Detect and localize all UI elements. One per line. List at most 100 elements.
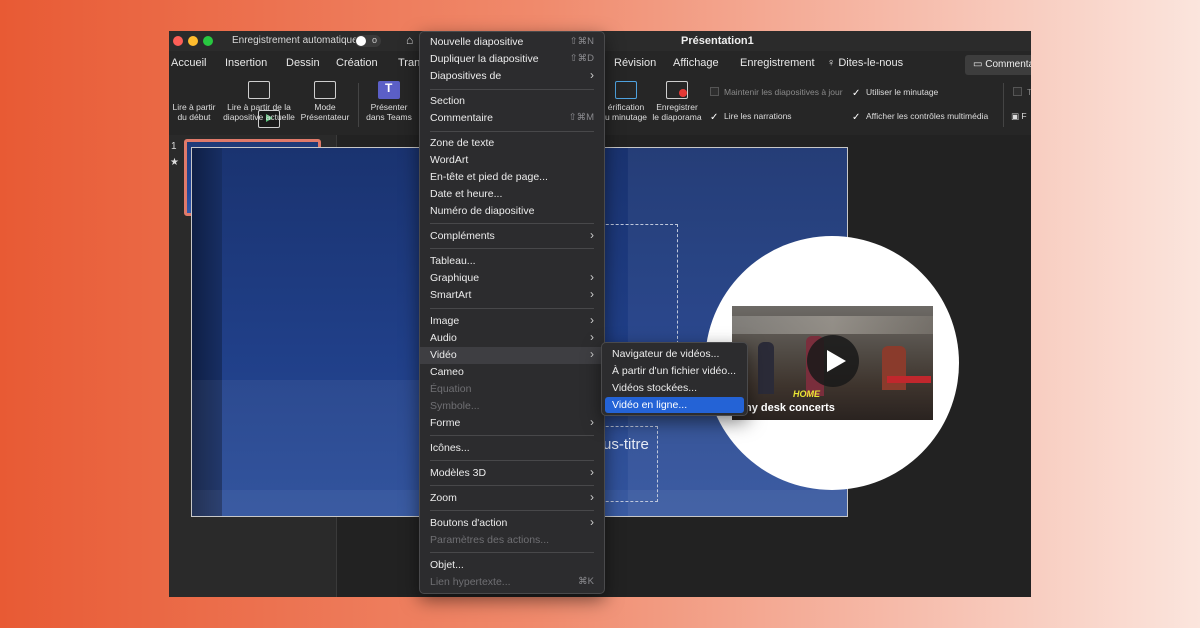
submenu-item-stock-videos[interactable]: Vidéos stockées... (605, 380, 744, 396)
tab-transitions[interactable]: Tran (398, 57, 420, 69)
rehearse-timings-button[interactable]: érification u minutage (603, 81, 649, 122)
close-window-button[interactable] (173, 36, 183, 46)
menu-item-wordart[interactable]: WordArt (420, 152, 604, 169)
teams-line2: dans Teams (366, 112, 412, 122)
menu-item-slide-number[interactable]: Numéro de diapositive (420, 203, 604, 220)
checkmark-icon (710, 112, 719, 121)
tab-accueil[interactable]: Accueil (171, 57, 206, 69)
chevron-right-icon: › (590, 68, 594, 82)
play-from-start-button[interactable]: Lire à partir du début (171, 81, 280, 128)
menu-item-comment[interactable]: Commentaire ⇧⌘M (420, 110, 604, 127)
menu-item-cameo[interactable]: Cameo (420, 364, 604, 381)
menu-item-date-time[interactable]: Date et heure... (420, 186, 604, 203)
menu-item-section[interactable]: Section (420, 93, 604, 110)
play-current-line2: diapositive actuelle (223, 112, 295, 122)
insert-menu: Nouvelle diapositive ⇧⌘N Dupliquer la dia… (419, 31, 605, 594)
menu-item-add-ins[interactable]: Compléments › (420, 228, 604, 245)
menu-item-label: Dupliquer la diapositive (430, 53, 539, 65)
menu-item-header-footer[interactable]: En-tête et pied de page... (420, 169, 604, 186)
menu-item-hyperlink: Lien hypertexte... ⌘K (420, 574, 604, 591)
minimize-window-button[interactable] (188, 36, 198, 46)
right-option-label: T (1027, 87, 1031, 97)
menu-item-duplicate-slide[interactable]: Dupliquer la diapositive ⇧⌘D (420, 51, 604, 68)
menu-separator (430, 308, 594, 309)
menu-item-label: Image (430, 315, 460, 327)
menu-item-slides-from[interactable]: Diapositives de › (420, 68, 604, 85)
comments-button[interactable]: ▭ Commenta (965, 55, 1031, 75)
menu-item-image[interactable]: Image › (420, 313, 604, 330)
play-narrations-checkbox[interactable]: Lire les narrations (710, 111, 792, 121)
subtitle-text: us-titre (603, 436, 649, 453)
tell-me-field[interactable]: ♀ Dites-le-nous (827, 57, 903, 69)
menu-item-label: Vidéo (430, 349, 457, 361)
use-timings-checkbox[interactable]: Utiliser le minutage (852, 87, 938, 97)
right-option-button[interactable]: ▣ F (1011, 111, 1027, 122)
menu-item-label: Icônes... (430, 442, 470, 454)
right-option2-label: F (1021, 111, 1027, 121)
play-from-current-button[interactable]: Lire à partir de la diapositive actuelle (219, 81, 299, 122)
play-icon[interactable] (807, 335, 859, 387)
present-in-teams-button[interactable]: Présenter dans Teams (364, 81, 414, 122)
submenu-item-online-video[interactable]: Vidéo en ligne... (605, 397, 744, 413)
menu-item-icons[interactable]: Icônes... (420, 440, 604, 457)
menu-item-label: Diapositives de (430, 70, 502, 82)
menu-shortcut: ⇧⌘M (568, 112, 594, 123)
tell-me-label: Dites-le-nous (838, 57, 904, 69)
timer-icon (615, 81, 637, 99)
media-controls-label: Afficher les contrôles multimédia (866, 111, 989, 121)
chevron-right-icon: › (590, 515, 594, 529)
menu-item-action-buttons[interactable]: Boutons d'action › (420, 515, 604, 532)
checkbox-box (1013, 87, 1022, 96)
menu-item-smartart[interactable]: SmartArt › (420, 287, 604, 304)
record-slideshow-button[interactable]: Enregistrer le diaporama (651, 81, 703, 122)
tab-creation[interactable]: Création (336, 57, 378, 69)
menu-item-audio[interactable]: Audio › (420, 330, 604, 347)
presenter-screen-icon (314, 81, 336, 99)
menu-item-label: Forme (430, 417, 461, 429)
chevron-right-icon: › (590, 347, 594, 361)
toggle-knob (356, 36, 366, 46)
submenu-item-video-browser[interactable]: Navigateur de vidéos... (605, 346, 744, 362)
checkmark-icon (852, 112, 861, 121)
toggle-state: o (371, 35, 377, 45)
menu-item-text-box[interactable]: Zone de texte (420, 135, 604, 152)
menu-item-object[interactable]: Objet... (420, 557, 604, 574)
menu-separator (430, 460, 594, 461)
video-caption: ny desk concerts (745, 402, 835, 414)
tab-affichage[interactable]: Affichage (673, 57, 719, 69)
zoom-window-button[interactable] (203, 36, 213, 46)
keep-slides-updated-checkbox[interactable]: Maintenir les diapositives à jour (710, 87, 843, 97)
menu-separator (430, 223, 594, 224)
right-option-checkbox[interactable]: T (1013, 87, 1031, 97)
online-video[interactable]: HOME ny desk concerts (732, 306, 933, 420)
menu-item-video[interactable]: Vidéo › (420, 347, 604, 364)
menu-item-new-slide[interactable]: Nouvelle diapositive ⇧⌘N (420, 34, 604, 51)
menu-item-table[interactable]: Tableau... (420, 253, 604, 270)
menu-item-label: Paramètres des actions... (430, 534, 550, 546)
home-icon[interactable]: ⌂ (406, 33, 413, 47)
menu-item-shape[interactable]: Forme › (420, 415, 604, 432)
submenu-item-video-from-file[interactable]: À partir d'un fichier vidéo... (605, 363, 744, 379)
menu-item-label: Section (430, 95, 466, 107)
presenter-view-button[interactable]: Mode Présentateur (299, 81, 351, 122)
tab-enregistrement[interactable]: Enregistrement (740, 57, 815, 69)
menu-shortcut: ⌘K (578, 576, 594, 587)
tab-dessin[interactable]: Dessin (286, 57, 320, 69)
menu-item-action-settings: Paramètres des actions... (420, 532, 604, 549)
menu-item-zoom[interactable]: Zoom › (420, 490, 604, 507)
menu-item-3d-models[interactable]: Modèles 3D › (420, 465, 604, 482)
menu-item-chart[interactable]: Graphique › (420, 270, 604, 287)
tab-revision[interactable]: Révision (614, 57, 656, 69)
menu-item-label: Boutons d'action (430, 517, 508, 529)
menu-item-label: Audio (430, 332, 457, 344)
checkbox-box (710, 87, 719, 96)
chevron-right-icon: › (590, 490, 594, 504)
chevron-right-icon: › (590, 465, 594, 479)
monitor-icon: ▣ (1011, 111, 1022, 121)
tab-insertion[interactable]: Insertion (225, 57, 267, 69)
show-media-controls-checkbox[interactable]: Afficher les contrôles multimédia (852, 111, 988, 121)
document-title: Présentation1 (681, 35, 754, 47)
autosave-toggle[interactable]: o (355, 35, 381, 47)
menu-item-equation: Équation (420, 381, 604, 398)
chevron-right-icon: › (590, 415, 594, 429)
